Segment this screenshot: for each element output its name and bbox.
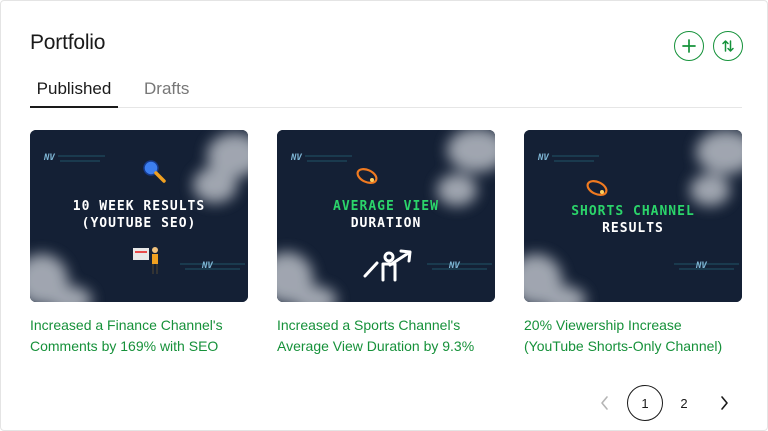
next-page-button[interactable]	[716, 394, 732, 412]
page-button-1[interactable]: 1	[627, 385, 663, 421]
card-thumbnail[interactable]: NV NV AVERAGE VIEW DURATION	[277, 130, 495, 302]
card-title-link[interactable]: Increased a Finance Channel's Comments b…	[30, 315, 248, 357]
card-title-link[interactable]: 20% Viewership Increase (YouTube Shorts-…	[524, 315, 742, 357]
previous-page-button[interactable]	[597, 394, 613, 412]
thumbnail-heading: AVERAGE VIEW	[333, 199, 439, 214]
thumbnail-subheading: (YOUTUBE SEO)	[81, 216, 197, 231]
svg-text:NV: NV	[448, 261, 460, 271]
card-title-link[interactable]: Increased a Sports Channel's Average Vie…	[277, 315, 495, 357]
tab-drafts[interactable]: Drafts	[144, 79, 189, 106]
card-thumbnail[interactable]: NV NV SHORTS CHANNEL RESULTS	[524, 130, 742, 302]
chevron-left-icon	[601, 396, 608, 410]
portfolio-card[interactable]: NV NV 10 WEEK RESULTS (YOUTUBE SEO) Incr	[30, 130, 248, 357]
portfolio-panel: Portfolio Published Drafts NV NV 10 WEEK…	[0, 0, 768, 431]
tab-bar: Published Drafts	[30, 75, 742, 108]
page-button-2[interactable]: 2	[666, 385, 702, 421]
svg-text:NV: NV	[290, 153, 302, 163]
card-thumbnail[interactable]: NV NV 10 WEEK RESULTS (YOUTUBE SEO)	[30, 130, 248, 302]
sort-arrows-icon	[722, 40, 734, 52]
page-title: Portfolio	[30, 31, 106, 54]
thumbnail-subheading: DURATION	[350, 216, 422, 231]
portfolio-card[interactable]: NV NV AVERAGE VIEW DURATION Increased a …	[277, 130, 495, 357]
svg-text:NV: NV	[43, 153, 55, 163]
thumbnail-heading: 10 WEEK RESULTS	[72, 199, 206, 214]
portfolio-card[interactable]: NV NV SHORTS CHANNEL RESULTS 20% Viewers…	[524, 130, 742, 357]
tab-published[interactable]: Published	[30, 79, 118, 108]
add-button[interactable]	[674, 31, 704, 61]
chevron-right-icon	[721, 396, 728, 410]
svg-text:NV: NV	[201, 261, 213, 271]
plus-icon	[682, 39, 696, 53]
sort-button[interactable]	[713, 31, 743, 61]
svg-text:NV: NV	[537, 153, 549, 163]
thumbnail-heading: SHORTS CHANNEL	[571, 204, 695, 219]
thumbnail-subheading: RESULTS	[602, 221, 664, 236]
svg-text:NV: NV	[695, 261, 707, 271]
